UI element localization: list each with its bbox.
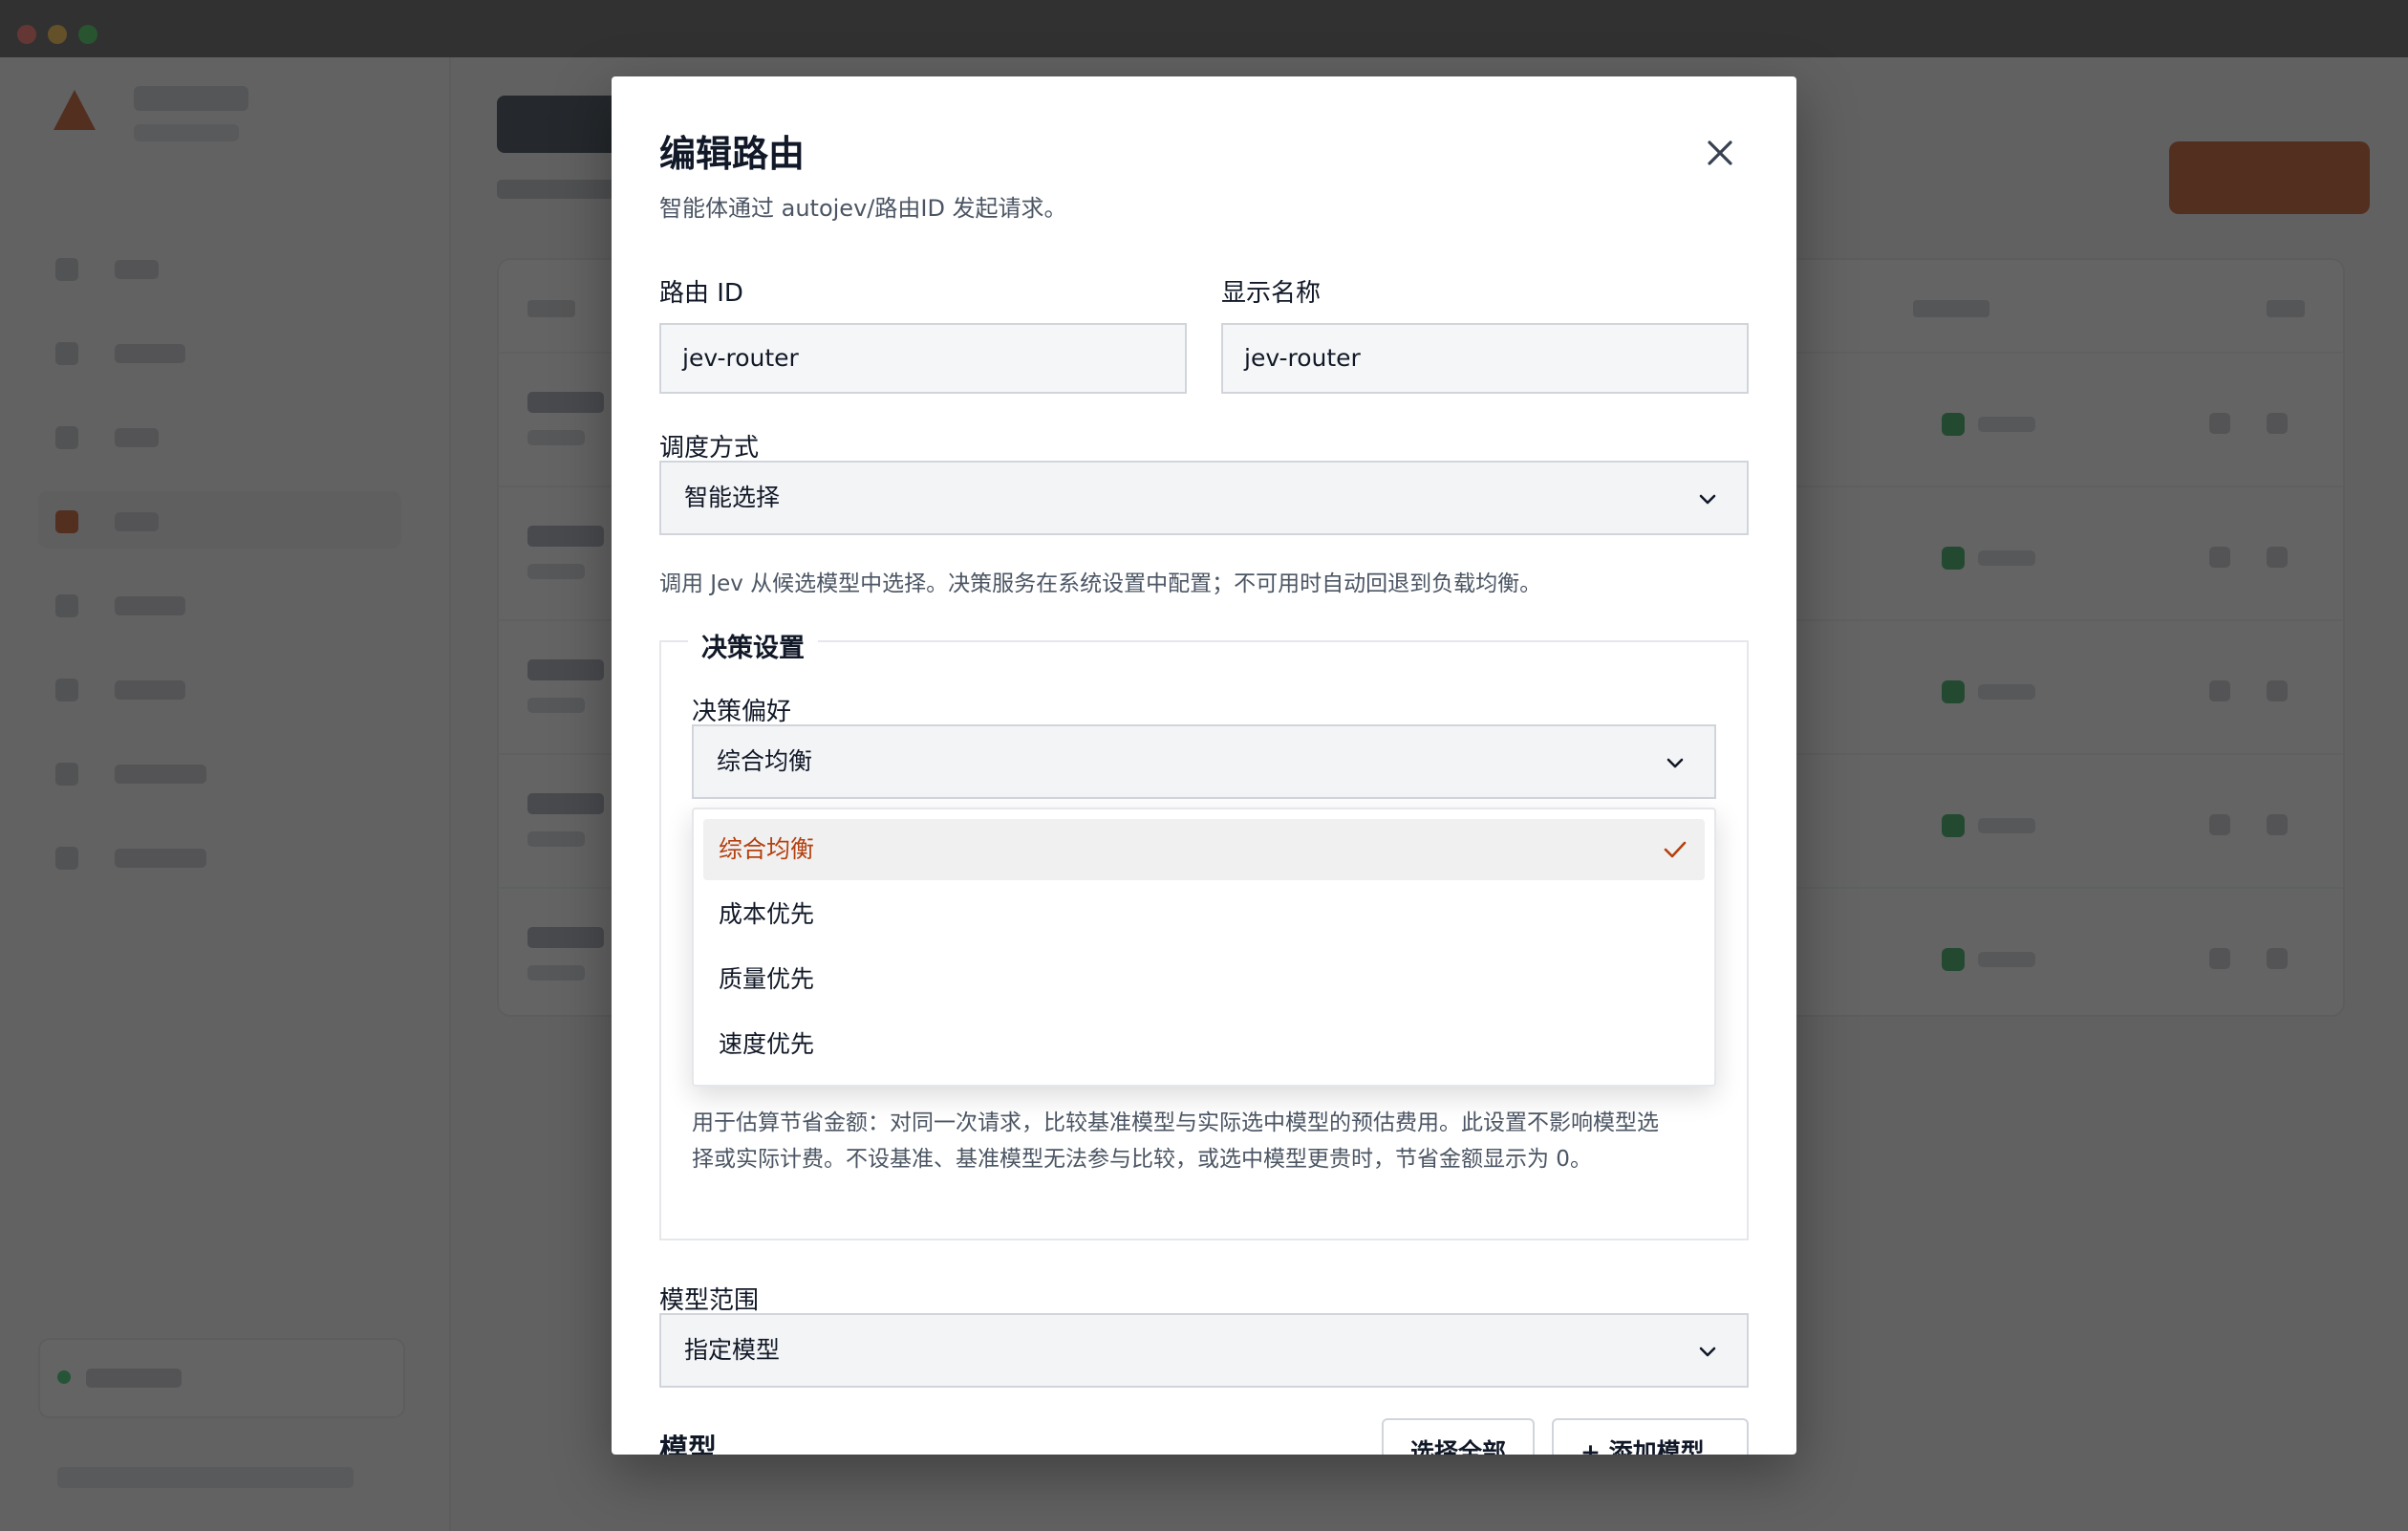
- dialog-subtitle: 智能体通过 autojev/路由ID 发起请求。: [659, 195, 1067, 222]
- decision-settings-legend: 决策设置: [688, 627, 818, 664]
- dispatch-mode-label: 调度方式: [659, 434, 760, 463]
- add-model-label: + 添加模型: [1580, 1438, 1705, 1455]
- model-scope-label: 模型范围: [659, 1286, 760, 1315]
- option-label: 质量优先: [719, 965, 815, 993]
- dispatch-mode-value: 智能选择: [684, 484, 781, 511]
- decision-preference-listbox: 综合均衡 成本优先 质量优先 速度优先: [692, 808, 1716, 1087]
- preference-option-cost[interactable]: 成本优先: [703, 884, 1705, 945]
- select-all-button[interactable]: 选择全部: [1382, 1418, 1535, 1455]
- decision-preference-select[interactable]: 综合均衡: [692, 724, 1716, 799]
- decision-preference-label: 决策偏好: [692, 698, 792, 726]
- baseline-help-line-1: 用于估算节省金额：对同一次请求，比较基准模型与实际选中模型的预估费用。此设置不影…: [692, 1111, 1659, 1135]
- dispatch-mode-select[interactable]: 智能选择: [659, 461, 1749, 535]
- option-label: 速度优先: [719, 1030, 815, 1058]
- display-name-label: 显示名称: [1221, 279, 1322, 308]
- add-model-button[interactable]: + 添加模型: [1552, 1418, 1749, 1455]
- preference-option-speed[interactable]: 速度优先: [703, 1014, 1705, 1075]
- option-label: 综合均衡: [719, 835, 815, 863]
- select-all-label: 选择全部: [1410, 1438, 1507, 1455]
- baseline-help-line-2: 择或实际计费。不设基准、基准模型无法参与比较，或选中模型更贵时，节省金额显示为 …: [692, 1147, 1592, 1172]
- decision-preference-value: 综合均衡: [717, 747, 813, 775]
- models-heading: 模型: [659, 1434, 717, 1455]
- preference-option-balanced[interactable]: 综合均衡: [703, 819, 1705, 880]
- edit-route-dialog: 编辑路由 智能体通过 autojev/路由ID 发起请求。 路由 ID jev-…: [612, 76, 1796, 1455]
- route-id-input[interactable]: jev-router: [659, 323, 1187, 394]
- model-scope-value: 指定模型: [684, 1336, 781, 1364]
- option-label: 成本优先: [719, 900, 815, 928]
- chevron-down-icon: [1699, 494, 1716, 505]
- dialog-title: 编辑路由: [659, 133, 806, 175]
- preference-option-quality[interactable]: 质量优先: [703, 949, 1705, 1010]
- dispatch-mode-help: 调用 Jev 从候选模型中选择。决策服务在系统设置中配置；不可用时自动回退到负载…: [659, 571, 1542, 596]
- close-icon[interactable]: [1701, 134, 1739, 172]
- chevron-down-icon: [1699, 1347, 1716, 1357]
- check-icon: [1664, 841, 1687, 858]
- display-name-input[interactable]: jev-router: [1221, 323, 1749, 394]
- route-id-label: 路由 ID: [659, 279, 743, 308]
- chevron-down-icon: [1666, 758, 1684, 768]
- model-scope-select[interactable]: 指定模型: [659, 1313, 1749, 1388]
